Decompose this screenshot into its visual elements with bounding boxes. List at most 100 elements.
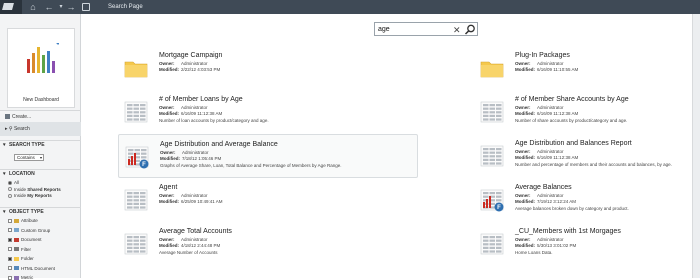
attribute-icon: [14, 218, 19, 223]
result-name[interactable]: Average Total Accounts: [159, 228, 232, 235]
result-name[interactable]: _CU_Members with 1st Morgages: [515, 228, 621, 235]
search-go-icon[interactable]: [464, 24, 476, 35]
checkbox[interactable]: [8, 237, 12, 242]
home-icon[interactable]: ⌂: [28, 2, 38, 12]
result-name[interactable]: Age Distribution and Balances Report: [515, 140, 632, 147]
search-menu-item[interactable]: ▸ ⚲ Search: [0, 122, 81, 136]
search-type-select[interactable]: Contains: [14, 154, 44, 161]
owner-value: Administrator: [182, 150, 209, 155]
document-chart-icon[interactable]: F: [125, 145, 149, 169]
location-option[interactable]: Inside My Reports: [8, 193, 52, 198]
modified-value: 2/22/12 4:03:53 PM: [181, 67, 221, 72]
modified-value: 5/30/13 3:01:02 PM: [537, 243, 577, 248]
result-name[interactable]: Agent: [159, 184, 177, 191]
search-type-header[interactable]: SEARCH TYPE: [0, 140, 81, 150]
result-name[interactable]: Plug-In Packages: [515, 52, 570, 59]
result-item[interactable]: Mortgage Campaign Owner: Administrator Modi…: [118, 46, 418, 90]
back-arrow-icon[interactable]: ←: [44, 2, 54, 12]
result-modified: Modified: 6/16/09 11:12:38 AM: [515, 155, 578, 161]
location-option-target: Shared Reports: [27, 186, 61, 192]
object-type-header[interactable]: OBJECT TYPE: [0, 207, 81, 217]
location-option-label: Inside: [14, 186, 28, 192]
scrollbar[interactable]: [692, 14, 700, 278]
checkbox[interactable]: [8, 228, 12, 233]
radio-button[interactable]: [8, 193, 12, 198]
location-option[interactable]: All: [8, 180, 19, 185]
result-modified: Modified: 2/22/12 4:03:53 PM: [159, 67, 220, 73]
modified-value: 6/16/09 11:12:38 AM: [537, 111, 579, 116]
location-option[interactable]: Inside Shared Reports: [8, 187, 61, 192]
result-item[interactable]: # of Member Loans by Age Owner: Administra…: [118, 90, 418, 134]
report-grid-icon[interactable]: [124, 232, 148, 256]
result-modified: Modified: 7/19/12 3:12:24 AM: [515, 199, 576, 205]
checkbox[interactable]: [8, 218, 12, 223]
result-item[interactable]: Plug-In Packages Owner: Administrator Modif…: [474, 46, 694, 90]
owner-value: Administrator: [181, 193, 208, 198]
result-item[interactable]: Age Distribution and Balances Report Owne…: [474, 134, 694, 178]
result-item[interactable]: Agent Owner: Administrator Modified: 6/25/09…: [118, 178, 418, 222]
object-type-option[interactable]: Custom Group: [8, 228, 50, 233]
object-type-label: Custom Group: [21, 227, 51, 233]
folder-icon[interactable]: [124, 56, 148, 80]
result-name[interactable]: Mortgage Campaign: [159, 52, 222, 59]
search-input[interactable]: age: [378, 25, 390, 35]
checkbox[interactable]: [8, 256, 12, 261]
checkbox[interactable]: [8, 247, 12, 252]
result-item[interactable]: F Average Balances Owner: Administrator Modi…: [474, 178, 694, 222]
report-grid-icon[interactable]: [480, 144, 504, 168]
search-label: Search: [13, 126, 30, 132]
object-type-option[interactable]: Document: [8, 237, 42, 242]
radio-button[interactable]: [8, 180, 12, 185]
result-modified: Modified: 6/16/09 11:12:38 AM: [159, 111, 222, 117]
document-icon: [14, 237, 19, 242]
owner-value: Administrator: [537, 105, 564, 110]
radio-button[interactable]: [8, 187, 12, 192]
folder-icon[interactable]: [480, 56, 504, 80]
search-box[interactable]: age ✕: [374, 22, 478, 36]
result-name[interactable]: Age Distribution and Average Balance: [160, 141, 278, 148]
modified-value: 6/25/09 10:49:41 AM: [181, 199, 223, 204]
modified-value: 6/16/09 11:10:55 AM: [537, 67, 579, 72]
result-item[interactable]: Average Total Accounts Owner: Administrato…: [118, 222, 418, 266]
document-chart-icon[interactable]: F: [480, 188, 504, 212]
result-modified: Modified: 5/30/13 3:01:02 PM: [515, 243, 576, 249]
modified-value: 7/19/12 3:12:24 AM: [537, 199, 577, 204]
owner-value: Administrator: [537, 193, 564, 198]
clear-icon[interactable]: ✕: [453, 24, 461, 36]
checkbox[interactable]: [8, 266, 12, 271]
result-item[interactable]: _CU_Members with 1st Morgages Owner: Admin…: [474, 222, 694, 266]
result-item[interactable]: F Age Distribution and Average Balance Own…: [118, 134, 418, 178]
object-type-option[interactable]: Folder: [8, 256, 34, 261]
report-grid-icon[interactable]: [480, 232, 504, 256]
svg-text:F: F: [142, 162, 146, 168]
new-dashboard-button[interactable]: New Dashboard: [7, 28, 75, 108]
owner-value: Administrator: [537, 149, 564, 154]
owner-value: Administrator: [181, 105, 208, 110]
location-header[interactable]: LOCATION: [0, 169, 81, 179]
report-grid-icon[interactable]: [124, 100, 148, 124]
page-icon[interactable]: [82, 3, 90, 11]
location-option-label: Inside: [14, 193, 28, 198]
result-name[interactable]: Average Balances: [515, 184, 572, 191]
forward-arrow-icon[interactable]: →: [66, 2, 76, 12]
result-description: Number and percentage of members and the…: [515, 162, 672, 167]
result-name[interactable]: # of Member Share Accounts by Age: [515, 96, 629, 103]
html-document-icon: [14, 266, 19, 271]
result-item[interactable]: # of Member Share Accounts by Age Owner: A…: [474, 90, 694, 134]
new-dashboard-label: New Dashboard: [23, 97, 59, 103]
object-type-option[interactable]: HTML Document: [8, 266, 55, 271]
object-type-option[interactable]: Filter: [8, 247, 31, 252]
result-name[interactable]: # of Member Loans by Age: [159, 96, 243, 103]
modified-value: 6/16/09 11:12:38 AM: [537, 155, 579, 160]
svg-text:F: F: [497, 205, 501, 211]
location-option-label: All: [14, 180, 20, 185]
chevron-down-icon[interactable]: ▾: [56, 2, 66, 12]
create-menu[interactable]: Create...: [0, 110, 81, 122]
report-grid-icon[interactable]: [124, 188, 148, 212]
object-type-option[interactable]: Attribute: [8, 218, 38, 223]
modified-label: Modified:: [515, 111, 535, 116]
result-modified: Modified: 6/16/09 11:10:55 AM: [515, 67, 578, 73]
report-grid-icon[interactable]: [480, 100, 504, 124]
folder-icon: [14, 256, 19, 261]
top-toolbar: ⌂ ← ▾ → Search Page: [0, 0, 700, 14]
